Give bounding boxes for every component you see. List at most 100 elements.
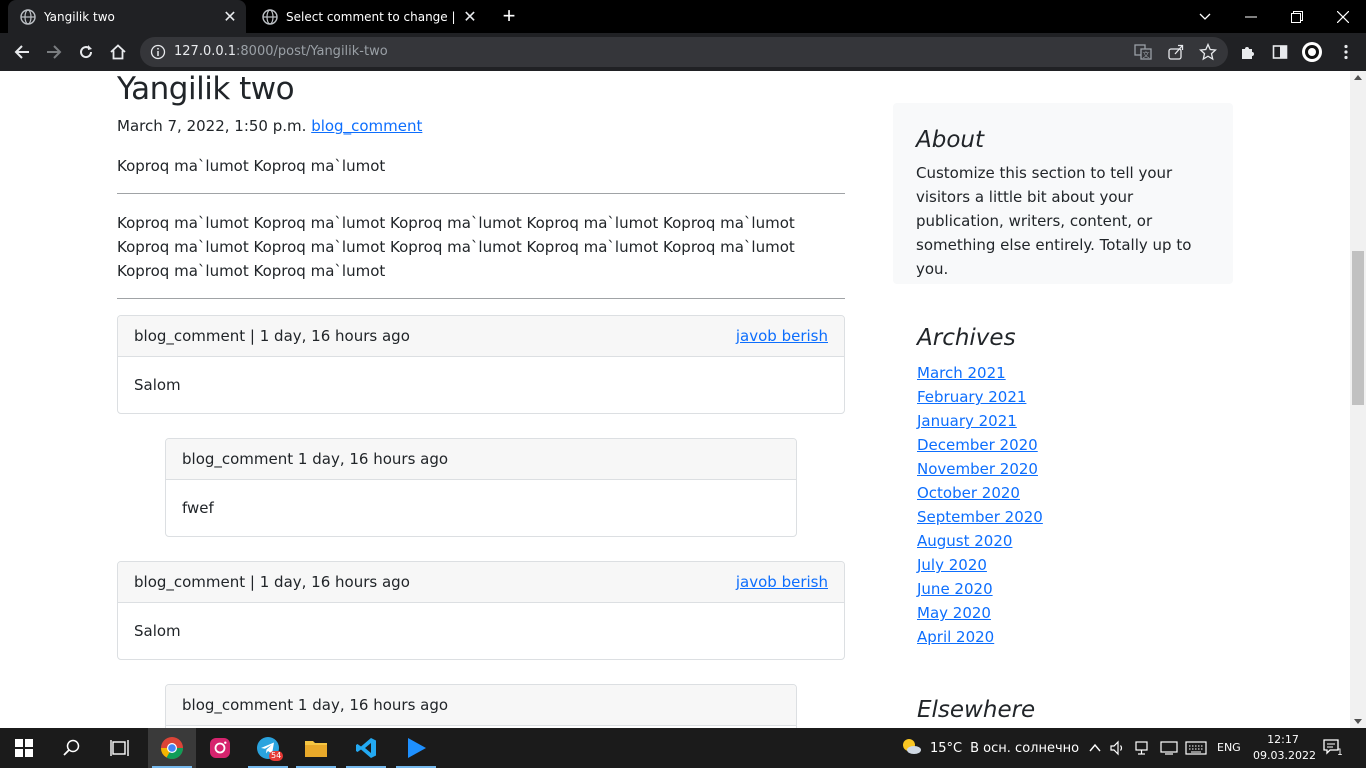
url-path: :8000/post/Yangilik-two <box>236 44 388 59</box>
comment-header: blog_comment 1 day, 16 hours ago <box>166 439 796 480</box>
divider <box>117 193 845 194</box>
bookmark-star-icon[interactable] <box>1198 42 1218 61</box>
minimize-icon[interactable] <box>1228 0 1274 33</box>
archive-link[interactable]: June 2020 <box>917 580 993 598</box>
close-icon[interactable]: ✕ <box>220 7 240 27</box>
search-icon[interactable] <box>48 728 96 768</box>
address-bar[interactable]: 127.0.0.1:8000/post/Yangilik-two 文 <box>140 37 1228 67</box>
close-window-icon[interactable] <box>1320 0 1366 33</box>
archive-link[interactable]: September 2020 <box>917 508 1043 526</box>
translate-icon[interactable]: 文 <box>1134 43 1152 61</box>
post-meta: March 7, 2022, 1:50 p.m. blog_comment <box>117 117 422 135</box>
about-heading: About <box>916 127 985 153</box>
side-panel-icon[interactable] <box>1266 38 1294 66</box>
comment-author-time: blog_comment | 1 day, 16 hours ago <box>134 327 410 345</box>
archive-link[interactable]: December 2020 <box>917 436 1038 454</box>
comment-author-time: blog_comment 1 day, 16 hours ago <box>182 696 449 714</box>
comment-card: blog_comment | 1 day, 16 hours ago javob… <box>117 561 845 660</box>
back-arrow-icon[interactable] <box>8 38 36 66</box>
archive-link[interactable]: October 2020 <box>917 484 1020 502</box>
media-player-icon[interactable] <box>392 728 440 768</box>
archive-link[interactable]: January 2021 <box>917 412 1017 430</box>
sun-cloud-icon <box>900 737 922 759</box>
archive-item: November 2020 <box>917 457 1043 481</box>
tab-search-chevron-icon[interactable] <box>1182 0 1228 33</box>
extensions-puzzle-icon[interactable] <box>1234 38 1262 66</box>
windows-start-icon[interactable] <box>0 728 48 768</box>
menu-kebab-icon[interactable] <box>1332 38 1360 66</box>
windows-taskbar: 54 15°C В осн. солнечно ENG 12:17 09.03.… <box>0 728 1366 768</box>
reply-link[interactable]: javob berish <box>736 327 828 345</box>
home-icon[interactable] <box>104 38 132 66</box>
archive-link[interactable]: July 2020 <box>917 556 987 574</box>
archive-link[interactable]: August 2020 <box>917 532 1012 550</box>
comment-text: fwef <box>182 499 214 517</box>
chevron-up-icon[interactable] <box>1088 740 1104 756</box>
weather-widget[interactable]: 15°C В осн. солнечно <box>900 728 1079 768</box>
archive-link[interactable]: May 2020 <box>917 604 991 622</box>
elsewhere-section: Elsewhere <box>917 697 1035 723</box>
forward-arrow-icon[interactable] <box>40 38 68 66</box>
info-icon[interactable] <box>150 44 166 65</box>
vscode-icon[interactable] <box>342 728 390 768</box>
task-view-icon[interactable] <box>96 728 144 768</box>
archive-item: January 2021 <box>917 409 1043 433</box>
scroll-thumb[interactable] <box>1352 251 1364 405</box>
clock-time: 12:17 <box>1267 733 1299 746</box>
post-body: Koproq ma`lumot Koproq ma`lumot Koproq m… <box>117 214 795 280</box>
telegram-icon[interactable]: 54 <box>244 728 292 768</box>
tab-yangilik-two[interactable]: Yangilik two ✕ <box>8 0 246 33</box>
archives-section: Archives March 2021 February 2021 Januar… <box>917 325 1043 649</box>
instagram-icon[interactable] <box>196 728 244 768</box>
new-tab-plus-icon[interactable]: + <box>498 5 520 28</box>
post-summary: Koproq ma`lumot Koproq ma`lumot <box>117 157 386 175</box>
file-explorer-icon[interactable] <box>292 728 340 768</box>
clock[interactable]: 12:17 09.03.2022 <box>1253 732 1316 764</box>
notification-count: 1 <box>1337 748 1343 758</box>
restore-icon[interactable] <box>1274 0 1320 33</box>
about-text: Customize this section to tell your visi… <box>916 164 1192 278</box>
archive-item: June 2020 <box>917 577 1043 601</box>
url-text: 127.0.0.1:8000/post/Yangilik-two <box>174 44 388 59</box>
archive-link[interactable]: March 2021 <box>917 364 1006 382</box>
reply-card: blog_comment 1 day, 16 hours ago fwef <box>165 438 797 537</box>
reload-icon[interactable] <box>72 38 100 66</box>
tab-django-admin[interactable]: Select comment to change | Djan ✕ <box>250 0 486 33</box>
archives-heading: Archives <box>917 325 1016 351</box>
scroll-down-arrow-icon[interactable] <box>1354 719 1362 724</box>
archive-item: March 2021 <box>917 361 1043 385</box>
archive-item: September 2020 <box>917 505 1043 529</box>
profile-avatar-icon[interactable] <box>1298 38 1326 66</box>
weather-temp: 15°C <box>930 740 963 756</box>
comment-text: Salom <box>134 376 181 394</box>
notification-icon[interactable]: 1 <box>1322 738 1344 762</box>
comment-card: blog_comment | 1 day, 16 hours ago javob… <box>117 315 845 414</box>
archive-item: May 2020 <box>917 601 1043 625</box>
archive-link[interactable]: April 2020 <box>917 628 994 646</box>
post-author-link[interactable]: blog_comment <box>311 117 422 135</box>
tab-title: Yangilik two <box>44 9 115 24</box>
volume-icon[interactable] <box>1110 740 1126 756</box>
display-icon[interactable] <box>1160 740 1178 756</box>
share-icon[interactable] <box>1167 43 1185 61</box>
keyboard-icon[interactable] <box>1185 740 1207 756</box>
chrome-icon[interactable] <box>148 728 196 768</box>
elsewhere-heading: Elsewhere <box>917 697 1036 723</box>
close-icon[interactable]: ✕ <box>460 7 480 27</box>
scroll-up-arrow-icon[interactable] <box>1354 75 1362 80</box>
about-panel: About Customize this section to tell you… <box>893 103 1233 284</box>
browser-tab-strip: Yangilik two ✕ Select comment to change … <box>0 0 1366 33</box>
tab-title: Select comment to change | Djan <box>286 9 460 24</box>
archive-item: July 2020 <box>917 553 1043 577</box>
archive-link[interactable]: February 2021 <box>917 388 1026 406</box>
reply-link[interactable]: javob berish <box>736 573 828 591</box>
language-indicator[interactable]: ENG <box>1217 741 1241 754</box>
archive-link[interactable]: November 2020 <box>917 460 1038 478</box>
network-icon[interactable] <box>1135 740 1151 756</box>
comment-text: Salom <box>134 622 181 640</box>
telegram-badge: 54 <box>269 751 284 761</box>
comment-author-time: blog_comment 1 day, 16 hours ago <box>182 450 449 468</box>
page-scrollbar[interactable] <box>1350 71 1366 728</box>
divider <box>117 298 845 299</box>
reply-card: blog_comment 1 day, 16 hours ago <box>165 684 797 728</box>
